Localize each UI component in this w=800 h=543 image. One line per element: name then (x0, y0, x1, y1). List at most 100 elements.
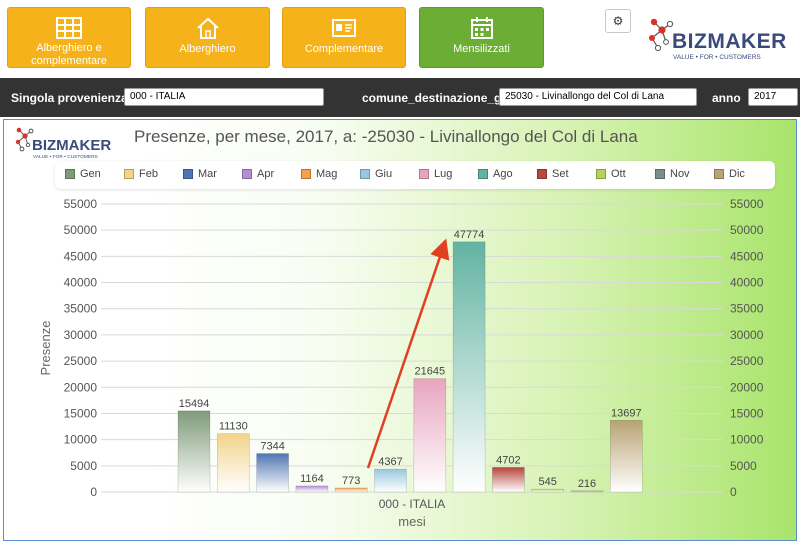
calendar-icon (420, 16, 543, 40)
chart-title: Presenze, per mese, 2017, a: -25030 - Li… (134, 127, 638, 146)
legend-label: Feb (139, 168, 158, 180)
y-tick-label-left: 15000 (64, 406, 98, 420)
y-tick-label-left: 20000 (64, 380, 98, 394)
legend-item-apr[interactable]: Apr (242, 168, 274, 180)
bar-set (492, 467, 525, 493)
y-tick-label-left: 25000 (64, 354, 98, 368)
legend-item-dic[interactable]: Dic (714, 168, 745, 180)
legend-swatch (183, 169, 193, 179)
legend-item-giu[interactable]: Giu (360, 168, 392, 180)
bizmaker-chart-logo: BIZMAKER VALUE • FOR • CUSTOMERS (10, 122, 116, 162)
legend-swatch (478, 169, 488, 179)
y-tick-label-left: 40000 (64, 276, 98, 290)
legend-item-feb[interactable]: Feb (124, 168, 158, 180)
mensilizzati-button[interactable]: Mensilizzati (419, 7, 544, 68)
y-tick-label-left: 50000 (64, 223, 98, 237)
svg-text:VALUE • FOR • CUSTOMERS: VALUE • FOR • CUSTOMERS (673, 54, 761, 61)
anno-select[interactable]: 2017 (748, 88, 798, 106)
x-category-label: 000 - ITALIA (379, 497, 445, 511)
grid-table-icon (8, 16, 130, 40)
y-tick-label-left: 0 (90, 485, 97, 499)
top-toolbar: Alberghiero e complementare Alberghiero … (0, 0, 800, 78)
y-tick-label-right: 10000 (730, 433, 764, 447)
y-tick-label-right: 55000 (730, 197, 764, 211)
legend-item-ago[interactable]: Ago (478, 168, 513, 180)
legend-item-nov[interactable]: Nov (655, 168, 690, 180)
provenienza-select[interactable]: 000 - ITALIA (124, 88, 324, 106)
nav-button-label: Alberghiero (179, 43, 236, 55)
bar-nov (570, 490, 604, 493)
legend-item-gen[interactable]: Gen (65, 168, 101, 180)
legend-label: Mar (198, 168, 217, 180)
data-label-ott: 545 (539, 476, 557, 488)
y-tick-label-right: 35000 (730, 302, 764, 316)
legend-swatch (242, 169, 252, 179)
gear-icon[interactable]: ⚙ (605, 9, 631, 33)
bar-dic (609, 419, 643, 493)
legend-label: Ott (611, 168, 626, 180)
legend-label: Ago (493, 168, 513, 180)
y-tick-label-right: 15000 (730, 406, 764, 420)
bar-mag (334, 487, 368, 493)
legend-swatch (655, 169, 665, 179)
legend-swatch (65, 169, 75, 179)
nav-button-label: Complementare (304, 43, 384, 55)
y-tick-label-right: 40000 (730, 276, 764, 290)
legend-swatch (714, 169, 724, 179)
legend-swatch (537, 169, 547, 179)
bar-ott (531, 488, 565, 493)
bar-ago (452, 241, 486, 493)
y-tick-label-right: 30000 (730, 328, 764, 342)
legend-item-set[interactable]: Set (537, 168, 569, 180)
legend-item-mar[interactable]: Mar (183, 168, 217, 180)
legend-label: Dic (729, 168, 745, 180)
data-label-nov: 216 (578, 478, 596, 490)
legend-label: Gen (80, 168, 101, 180)
bar-gen (177, 410, 211, 493)
destinazione-select[interactable]: 25030 - Livinallongo del Col di Lana (499, 88, 697, 106)
legend-item-lug[interactable]: Lug (419, 168, 452, 180)
legend-swatch (419, 169, 429, 179)
data-label-giu: 4367 (378, 456, 402, 468)
y-tick-label-left: 55000 (64, 197, 98, 211)
y-tick-label-left: 35000 (64, 302, 98, 316)
svg-text:BIZMAKER: BIZMAKER (32, 137, 111, 154)
bizmaker-logo: BIZMAKER VALUE • FOR • CUSTOMERS (640, 10, 790, 66)
data-label-dic: 13697 (611, 407, 642, 419)
y-tick-label-left: 30000 (64, 328, 98, 342)
bar-apr (295, 485, 329, 493)
id-card-icon (283, 16, 405, 40)
y-tick-label-left: 45000 (64, 249, 98, 263)
y-tick-label-right: 20000 (730, 380, 764, 394)
y-tick-label-right: 5000 (730, 459, 757, 473)
complementare-button[interactable]: Complementare (282, 7, 406, 68)
legend-swatch (124, 169, 134, 179)
legend-swatch (360, 169, 370, 179)
nav-button-label: Alberghiero e complementare (31, 42, 107, 67)
data-label-gen: 15494 (179, 398, 210, 410)
legend-swatch (301, 169, 311, 179)
legend-label: Nov (670, 168, 690, 180)
legend-item-ott[interactable]: Ott (596, 168, 626, 180)
legend-label: Set (552, 168, 569, 180)
data-label-ago: 47774 (454, 229, 485, 241)
data-label-lug: 21645 (415, 366, 446, 378)
provenienza-label: Singola provenienza: (11, 91, 132, 105)
alberghiero-e-complementare-button[interactable]: Alberghiero e complementare (7, 7, 131, 68)
chart-panel: 0 0 5000 5000 10000 10000 15000 15000 20000 20000… (3, 119, 797, 541)
bar-lug (413, 378, 447, 493)
legend-label: Apr (257, 168, 275, 180)
legend-item-mag[interactable]: Mag (301, 168, 337, 180)
svg-text:BIZMAKER: BIZMAKER (672, 30, 787, 53)
legend-swatch (596, 169, 606, 179)
y-tick-label-right: 0 (730, 485, 737, 499)
y-tick-label-left: 10000 (64, 433, 98, 447)
destinazione-label: comune_destinazione_g (362, 91, 502, 105)
x-axis-title: mesi (398, 514, 426, 529)
alberghiero-button[interactable]: Alberghiero (145, 7, 270, 68)
bar-feb (217, 433, 250, 493)
data-label-apr: 1164 (300, 473, 324, 485)
svg-text:VALUE • FOR • CUSTOMERS: VALUE • FOR • CUSTOMERS (33, 154, 98, 160)
y-tick-label-left: 5000 (70, 459, 97, 473)
legend-label: Lug (434, 168, 453, 180)
